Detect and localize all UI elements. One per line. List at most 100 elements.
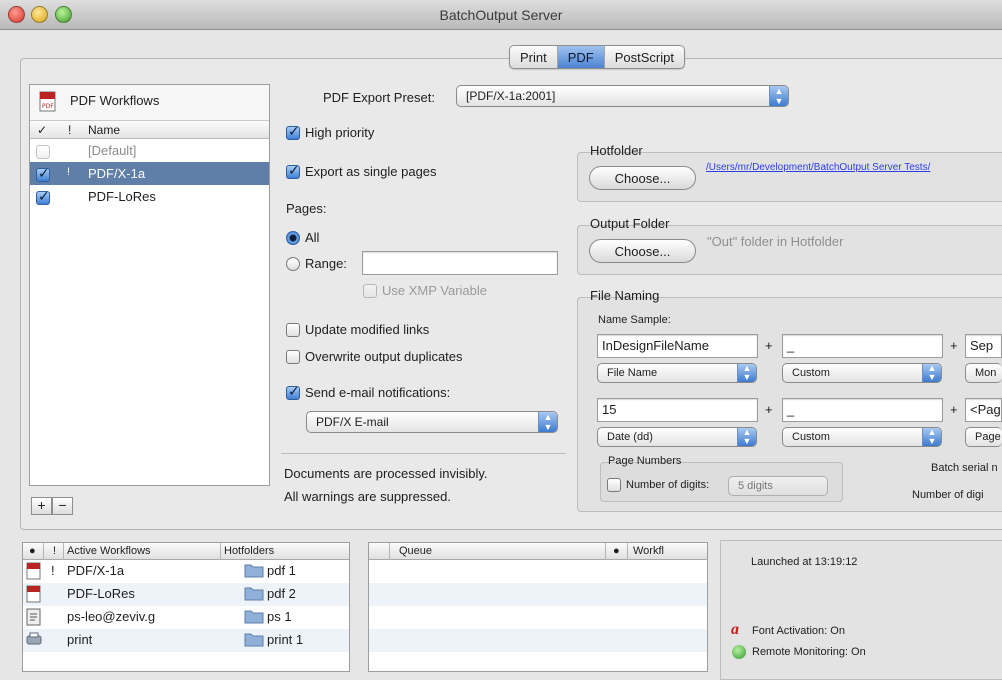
table-row[interactable]: print print 1 [23,629,349,652]
high-priority-checkbox[interactable] [286,123,300,140]
workflow-row-pdfx1a[interactable]: ! PDF/X-1a [30,162,269,185]
output-choose-button[interactable]: Choose... [589,239,696,263]
queue-row [369,560,707,583]
hotfolder-name: pdf 1 [267,563,296,578]
single-pages-label: Export as single pages [305,164,437,180]
pages-range-option[interactable]: Range: [286,255,347,271]
col-workflow[interactable]: Workfl [633,545,664,557]
naming-field-4[interactable]: 15 [597,398,758,422]
use-xmp-checkbox[interactable] [363,283,377,298]
pdf-workflows-header: PDF PDF Workflows [30,85,269,121]
use-xmp-label: Use XMP Variable [382,283,488,299]
remote-monitoring-status: Remote Monitoring: On [752,646,866,658]
update-links-label: Update modified links [305,322,430,338]
email-notify-option[interactable]: Send e-mail notifications: [286,383,450,400]
col-status[interactable]: ● [29,545,36,557]
divider [281,453,566,454]
email-preset-popup[interactable]: PDF/X E-mail ▲ ▼ [306,411,558,433]
col-queue[interactable]: Queue [399,545,432,557]
col-name[interactable]: Name [88,123,120,137]
tab-print[interactable]: Print [510,46,558,68]
queue-row [369,606,707,629]
overwrite-option[interactable]: Overwrite output duplicates [286,348,463,364]
hotfolder-name: print 1 [267,632,304,647]
pages-all-radio[interactable] [286,230,300,245]
pages-all-option[interactable]: All [286,229,319,245]
naming-field-1[interactable]: InDesignFileName [597,334,758,358]
workflow-name: PDF/X-1a [88,166,146,181]
naming-popup-6[interactable]: Page [965,427,1002,447]
postscript-workflow-icon [26,608,42,629]
naming-popup-5[interactable]: Custom ▲ ▼ [782,427,942,447]
col-hotfolders[interactable]: Hotfolders [224,545,274,557]
add-workflow-button[interactable]: + [31,497,52,515]
col-lock[interactable]: ! [53,545,56,557]
hotfolder-title: Hotfolder [590,143,643,158]
hotfolder-name: ps 1 [267,609,292,624]
pdf-export-preset-popup[interactable]: [PDF/X-1a:2001] ▲ ▼ [456,85,789,107]
num-digits-checkbox[interactable] [607,478,621,492]
workflow-enabled-checkbox[interactable] [36,165,50,182]
launched-time: Launched at 13:19:12 [751,556,858,568]
folder-icon [244,562,264,581]
update-links-option[interactable]: Update modified links [286,321,429,337]
naming-popup-4[interactable]: Date (dd) ▲ ▼ [597,427,757,447]
workflow-list-columns: ✓ ! Name [30,121,269,139]
email-preset-value: PDF/X E-mail [316,415,389,429]
single-pages-checkbox[interactable] [286,162,300,179]
workflow-enabled-checkbox[interactable] [36,188,50,205]
hotfolder-path-link[interactable]: /Users/mr/Development/BatchOutput Server… [706,162,1002,173]
naming-popup-5-value: Custom [792,431,830,443]
high-priority-option[interactable]: High priority [286,123,374,140]
active-workflow-name: PDF/X-1a [67,563,125,578]
plus-label: + [765,338,773,353]
output-type-tabs: Print PDF PostScript [509,45,685,69]
table-row[interactable]: PDF-LoRes pdf 2 [23,583,349,606]
num-digits-option[interactable]: Number of digits: [607,478,709,492]
col-enabled[interactable]: ✓ [37,123,47,137]
hotfolder-choose-button[interactable]: Choose... [589,166,696,190]
naming-field-2[interactable]: _ [782,334,943,358]
table-row[interactable]: ps-leo@zeviv.g ps 1 [23,606,349,629]
active-workflow-name: PDF-LoRes [67,586,135,601]
remove-workflow-button[interactable]: − [52,497,73,515]
hotfolder-name: pdf 2 [267,586,296,601]
workflow-name: [Default] [88,143,137,158]
num-digits-label: Number of digits: [626,479,710,491]
single-pages-option[interactable]: Export as single pages [286,162,437,180]
folder-icon [244,585,264,604]
pages-range-input[interactable] [362,251,558,275]
title-bar: BatchOutput Server [0,0,1002,30]
update-links-checkbox[interactable] [286,322,300,337]
use-xmp-option[interactable]: Use XMP Variable [363,282,487,298]
naming-popup-6-value: Page [975,431,1001,443]
output-folder-title: Output Folder [590,216,670,231]
workflow-name: PDF-LoRes [88,189,156,204]
naming-field-5[interactable]: _ [782,398,943,422]
workflow-row-pdf-lores[interactable]: PDF-LoRes [30,185,269,208]
active-workflows-header: ● ! Active Workflows Hotfolders [23,543,349,560]
lock-indicator: ! [67,166,71,178]
col-active-workflows[interactable]: Active Workflows [67,545,151,557]
digits-popup[interactable]: 5 digits [728,476,828,496]
queue-row [369,629,707,652]
email-notify-checkbox[interactable] [286,383,300,400]
naming-field-6[interactable]: <Pag [965,398,1002,422]
pages-range-radio[interactable] [286,256,300,271]
table-row[interactable]: ! PDF/X-1a pdf 1 [23,560,349,583]
naming-popup-1[interactable]: File Name ▲ ▼ [597,363,757,383]
naming-field-3[interactable]: Sep [965,334,1002,358]
page-numbers-title: Page Numbers [608,455,682,467]
workflow-enabled-checkbox[interactable] [36,144,50,159]
naming-popup-3[interactable]: Mon [965,363,1002,383]
window-title: BatchOutput Server [439,7,563,23]
pages-label: Pages: [286,201,327,216]
active-workflow-name: print [67,632,93,647]
col-queue-status[interactable]: ● [613,545,620,557]
col-lock[interactable]: ! [68,123,71,137]
tab-postscript[interactable]: PostScript [605,46,684,68]
naming-popup-2[interactable]: Custom ▲ ▼ [782,363,942,383]
overwrite-checkbox[interactable] [286,349,300,364]
workflow-row-default[interactable]: [Default] [30,139,269,162]
tab-pdf[interactable]: PDF [557,46,605,68]
